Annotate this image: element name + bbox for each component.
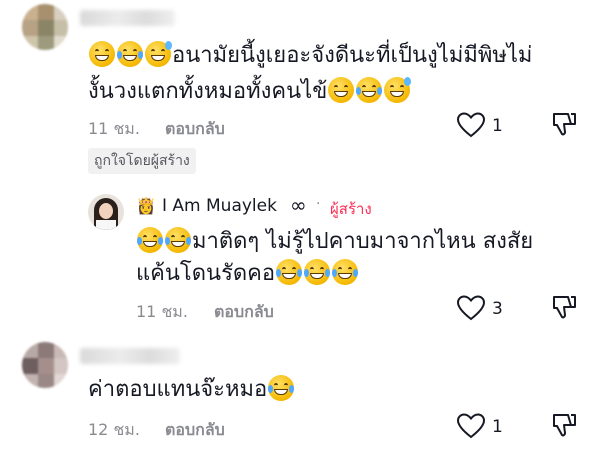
reply-button[interactable]: ตอบกลับ bbox=[165, 418, 225, 443]
sweat-smile-emoji-icon bbox=[145, 41, 172, 67]
thumbs-down-icon[interactable] bbox=[551, 111, 577, 137]
comment-text-line2: แค้นโดนรัดคอ bbox=[136, 258, 586, 290]
comment-time: 11 ชม. bbox=[136, 302, 188, 321]
username-blurred[interactable] bbox=[80, 10, 175, 26]
comment-text-line: แค้นโดนรัดคอ bbox=[136, 261, 276, 286]
tears-of-joy-emoji-icon bbox=[117, 41, 143, 67]
comment-time: 11 ชม. bbox=[88, 119, 140, 138]
sweat-smile-emoji-icon bbox=[384, 77, 412, 103]
username[interactable]: I Am Muaylek bbox=[162, 196, 277, 216]
comment-text-line: อนามัยนี้งูเยอะจังดีนะที่เป็นงูไม่มีพิษไ… bbox=[172, 43, 533, 68]
creator-label: ผู้สร้าง bbox=[330, 200, 372, 218]
tears-of-joy-emoji-icon bbox=[332, 259, 359, 285]
reply-button[interactable]: ตอบกลับ bbox=[214, 300, 274, 325]
like-count: 1 bbox=[492, 116, 503, 136]
tears-of-joy-emoji-icon bbox=[165, 227, 191, 253]
crown-emoji-icon: 👸 bbox=[136, 196, 156, 215]
like-count: 3 bbox=[492, 299, 503, 319]
username-blurred[interactable] bbox=[80, 348, 180, 364]
comment-text: อนามัยนี้งูเยอะจังดีนะที่เป็นงูไม่มีพิษไ… bbox=[88, 40, 588, 72]
tears-of-joy-emoji-icon bbox=[268, 375, 295, 401]
tears-of-joy-emoji-icon bbox=[137, 227, 163, 253]
grinning-emoji-icon bbox=[89, 41, 115, 67]
comment-text-line: มาติดๆ ไม่รู้ไปคาบมาจากไหน สงสัย bbox=[192, 229, 534, 254]
liked-by-creator-badge: ถูกใจโดยผู้สร้าง bbox=[88, 148, 196, 174]
heart-outline-icon[interactable] bbox=[456, 295, 486, 321]
avatar-blurred[interactable] bbox=[22, 4, 68, 50]
tears-of-joy-emoji-icon bbox=[276, 259, 303, 285]
heart-outline-icon[interactable] bbox=[456, 112, 486, 138]
thumbs-down-icon[interactable] bbox=[551, 294, 577, 320]
infinity-icon: ∞ bbox=[290, 193, 307, 217]
comment-text-line2: งั้นวงแตกทั้งหมอทั้งคนไข้ bbox=[88, 76, 588, 108]
tears-of-joy-emoji-icon bbox=[304, 259, 331, 285]
like-count: 1 bbox=[492, 417, 503, 437]
comment-text-line: ค่าตอบแทนจ๊ะหมอ bbox=[88, 377, 268, 402]
thumbs-down-icon[interactable] bbox=[551, 412, 577, 438]
comment-time: 12 ชม. bbox=[88, 420, 140, 439]
comment-text: มาติดๆ ไม่รู้ไปคาบมาจากไหน สงสัย bbox=[136, 226, 586, 258]
comment-text-line: งั้นวงแตกทั้งหมอทั้งคนไข้ bbox=[88, 79, 328, 104]
grinning-emoji-icon bbox=[328, 77, 355, 103]
comment-text: ค่าตอบแทนจ๊ะหมอ bbox=[88, 374, 568, 406]
tears-of-joy-emoji-icon bbox=[356, 77, 383, 103]
heart-outline-icon[interactable] bbox=[456, 413, 486, 439]
avatar[interactable] bbox=[88, 194, 124, 230]
reply-button[interactable]: ตอบกลับ bbox=[165, 117, 225, 142]
avatar-blurred[interactable] bbox=[22, 342, 68, 388]
separator-dot: · bbox=[316, 196, 321, 212]
